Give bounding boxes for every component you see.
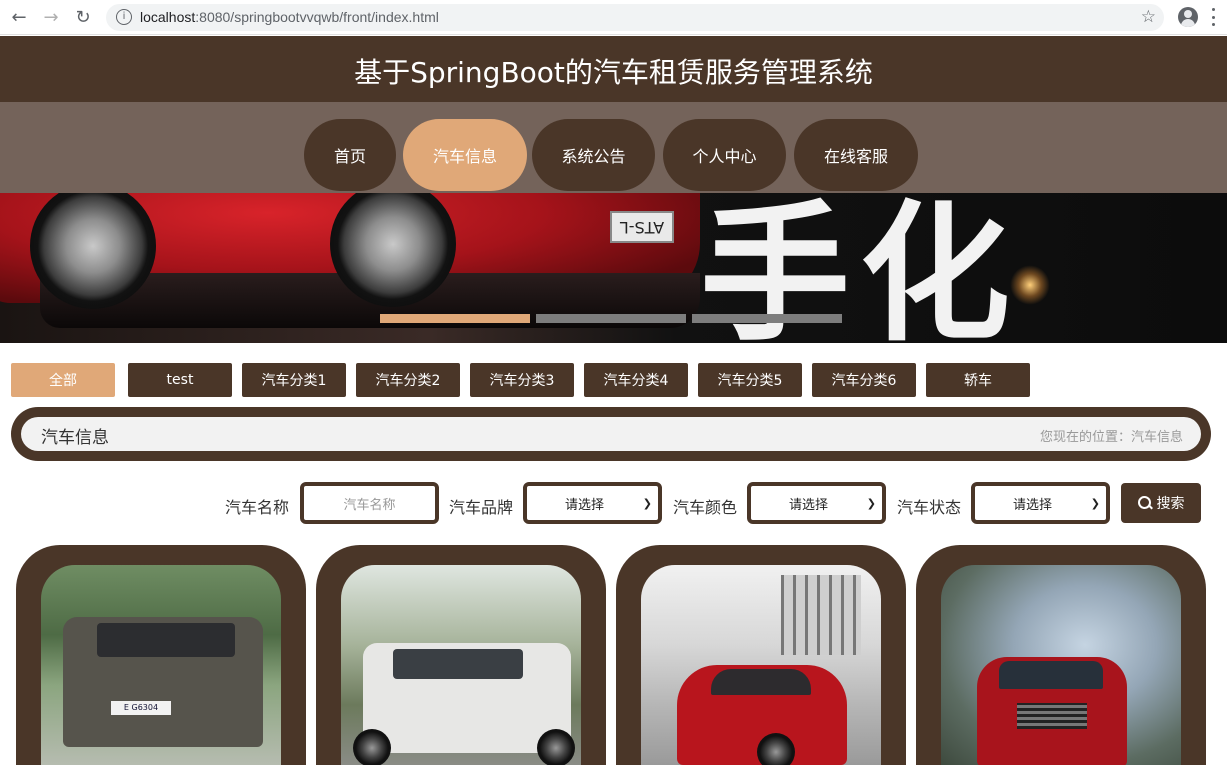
car-plate: E G6304 xyxy=(111,701,171,715)
car-image[interactable] xyxy=(941,565,1181,765)
car-wheel xyxy=(757,733,795,765)
building-window xyxy=(781,575,861,655)
car-name-label: 汽车名称 xyxy=(225,498,290,517)
current-location: 您现在的位置：汽车信息 xyxy=(1039,430,1183,445)
back-arrow-icon[interactable]: ← xyxy=(8,6,30,28)
carousel-dot-3[interactable] xyxy=(692,314,842,323)
reload-icon[interactable]: ↻ xyxy=(72,6,94,28)
chevron-down-icon: ❯ xyxy=(1090,496,1100,510)
browser-toolbar: ← → ↻ i localhost:8080/springbootvvqwb/f… xyxy=(0,0,1227,35)
car-image[interactable] xyxy=(341,565,581,765)
car-status-label: 汽车状态 xyxy=(897,498,962,517)
car-windshield xyxy=(97,623,235,657)
car-card[interactable] xyxy=(616,545,906,765)
search-icon xyxy=(1137,495,1153,511)
main-nav: 首页 汽车信息 系统公告 个人中心 在线客服 xyxy=(0,102,1227,193)
car-name-input[interactable]: 汽车名称 xyxy=(300,482,439,524)
car-windshield xyxy=(999,661,1103,689)
url-text: localhost:8080/springbootvvqwb/front/ind… xyxy=(140,9,439,25)
category-test[interactable]: test xyxy=(128,363,232,397)
carousel-indicators xyxy=(380,314,842,323)
car-windshield xyxy=(711,669,811,695)
car-wheel xyxy=(353,729,391,765)
car-color-value: 请选择 xyxy=(789,497,829,513)
breadcrumb-inner: 汽车信息 您现在的位置：汽车信息 xyxy=(21,417,1201,451)
nav-online-service[interactable]: 在线客服 xyxy=(794,119,918,191)
nav-car-info[interactable]: 汽车信息 xyxy=(403,119,527,191)
url-host: localhost xyxy=(140,9,196,25)
nav-home[interactable]: 首页 xyxy=(304,119,396,191)
nav-announcements[interactable]: 系统公告 xyxy=(532,119,655,191)
category-3[interactable]: 汽车分类3 xyxy=(470,363,574,397)
page-title: 汽车信息 xyxy=(41,428,109,448)
car-card[interactable]: E G6304 xyxy=(16,545,306,765)
car-wheel xyxy=(537,729,575,765)
car-image[interactable] xyxy=(641,565,881,765)
address-bar[interactable]: i localhost:8080/springbootvvqwb/front/i… xyxy=(106,4,1164,31)
nav-personal-center[interactable]: 个人中心 xyxy=(663,119,786,191)
profile-avatar-icon[interactable] xyxy=(1178,7,1198,27)
car-image[interactable]: E G6304 xyxy=(41,565,281,765)
car-brand-select[interactable]: 请选择 ❯ xyxy=(523,482,662,524)
browser-menu-icon[interactable] xyxy=(1212,8,1216,26)
carousel-dot-2[interactable] xyxy=(536,314,686,323)
category-2[interactable]: 汽车分类2 xyxy=(356,363,460,397)
category-1[interactable]: 汽车分类1 xyxy=(242,363,346,397)
banner-license-plate: ATS-L xyxy=(610,211,674,243)
banner-light-glow xyxy=(1010,265,1050,305)
car-status-value: 请选择 xyxy=(1013,497,1053,513)
car-windshield xyxy=(393,649,523,679)
breadcrumb: 汽车信息 您现在的位置：汽车信息 xyxy=(11,407,1211,461)
car-color-select[interactable]: 请选择 ❯ xyxy=(747,482,886,524)
info-icon[interactable]: i xyxy=(116,9,132,25)
car-card[interactable] xyxy=(316,545,606,765)
url-path: :8080/springbootvvqwb/front/index.html xyxy=(195,9,439,25)
chevron-down-icon: ❯ xyxy=(866,496,876,510)
category-4[interactable]: 汽车分类4 xyxy=(584,363,688,397)
site-header: 基于SpringBoot的汽车租赁服务管理系统 xyxy=(0,36,1227,102)
car-color-label: 汽车颜色 xyxy=(673,498,738,517)
car-grille xyxy=(1017,703,1087,729)
search-button-label: 搜索 xyxy=(1156,496,1185,512)
car-status-select[interactable]: 请选择 ❯ xyxy=(971,482,1110,524)
bookmark-star-icon[interactable]: ☆ xyxy=(1141,7,1156,27)
site-title: 基于SpringBoot的汽车租赁服务管理系统 xyxy=(354,56,873,89)
search-button[interactable]: 搜索 xyxy=(1121,483,1201,523)
car-brand-value: 请选择 xyxy=(565,497,605,513)
forward-arrow-icon[interactable]: → xyxy=(40,6,62,28)
category-6[interactable]: 汽车分类6 xyxy=(812,363,916,397)
carousel-dot-1[interactable] xyxy=(380,314,530,323)
car-card[interactable] xyxy=(916,545,1206,765)
chevron-down-icon: ❯ xyxy=(642,496,652,510)
car-brand-label: 汽车品牌 xyxy=(449,498,514,517)
category-all[interactable]: 全部 xyxy=(11,363,115,397)
category-5[interactable]: 汽车分类5 xyxy=(698,363,802,397)
category-sedan[interactable]: 轿车 xyxy=(926,363,1030,397)
